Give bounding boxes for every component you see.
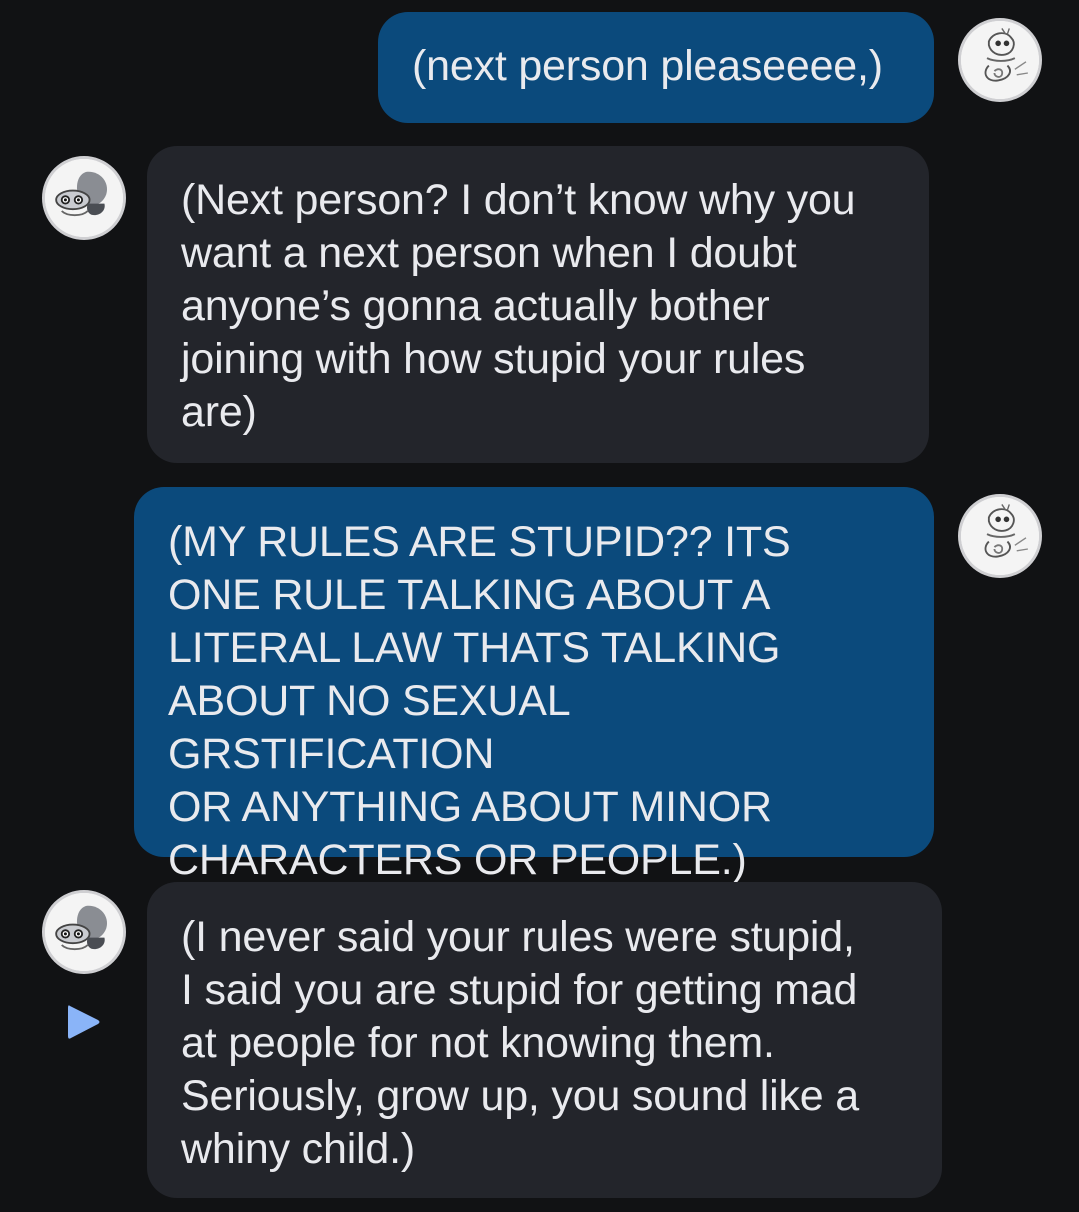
play-triangle-icon[interactable]: [62, 1000, 106, 1044]
gray-creature-avatar-icon: [45, 893, 123, 971]
message-text: (MY RULES ARE STUPID?? ITS ONE RULE TALK…: [168, 518, 791, 884]
sender-avatar[interactable]: [958, 494, 1042, 578]
message-text: (I never said your rules were stupid, I …: [181, 913, 859, 1173]
gray-creature-avatar-icon: [45, 159, 123, 237]
sketch-character-avatar-icon: [961, 497, 1039, 575]
message-bubble-outgoing[interactable]: (MY RULES ARE STUPID?? ITS ONE RULE TALK…: [134, 487, 934, 884]
sketch-character-avatar-icon: [961, 21, 1039, 99]
message-text: (next person pleaseeee,): [412, 42, 883, 90]
message-bubble-outgoing[interactable]: (next person pleaseeee,): [378, 12, 934, 123]
sender-avatar[interactable]: [958, 18, 1042, 102]
sender-avatar[interactable]: [42, 156, 126, 240]
chat-thread: (next person pleaseeee,) (Next person? I…: [0, 0, 1079, 1212]
message-bubble-incoming[interactable]: (Next person? I don’t know why you want …: [147, 146, 929, 463]
sender-avatar[interactable]: [42, 890, 126, 974]
message-text: (Next person? I don’t know why you want …: [181, 176, 856, 436]
message-bubble-incoming[interactable]: (I never said your rules were stupid, I …: [147, 882, 942, 1198]
